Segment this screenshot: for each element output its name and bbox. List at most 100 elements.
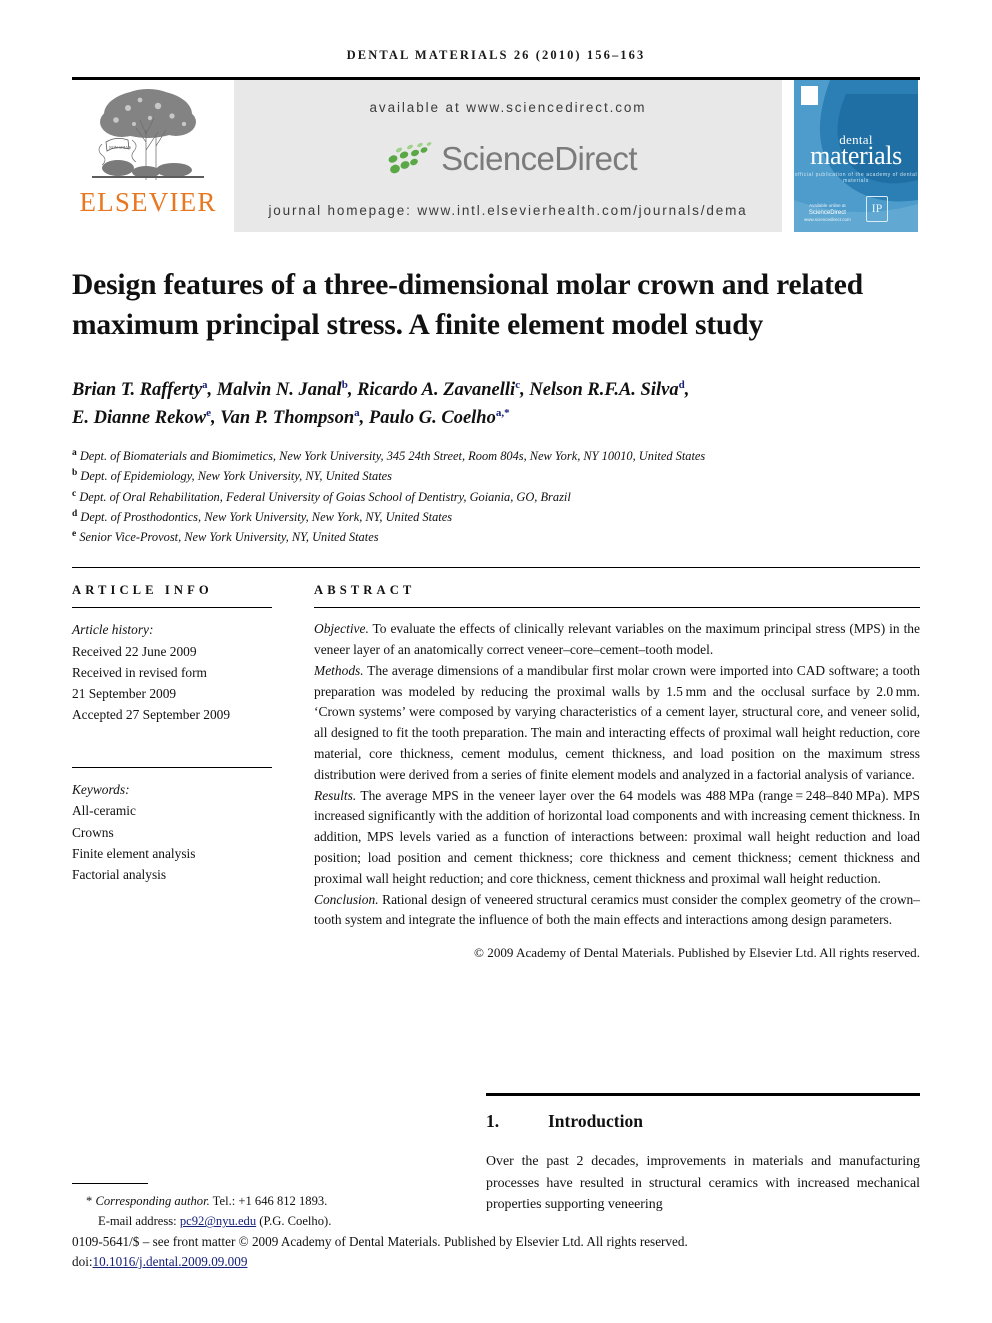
email-link[interactable]: pc92@nyu.edu: [180, 1214, 256, 1228]
author-affil-mark: a,*: [495, 406, 510, 419]
keywords-divider: [72, 767, 272, 769]
abstract-paragraph-methods: Methods. The average dimensions of a man…: [314, 661, 920, 786]
author-item: Malvin N. Janalb: [216, 378, 348, 401]
history-item: Accepted 27 September 2009: [72, 707, 231, 723]
sciencedirect-wordmark: ScienceDirect: [441, 140, 637, 177]
footnote-corresponding-label: Corresponding author.: [95, 1194, 210, 1208]
article-info-column: ARTICLE INFO Article history: Received 2…: [72, 583, 272, 961]
affiliation-mark: a: [72, 448, 77, 459]
author-affil-mark: c: [515, 378, 521, 391]
page-title: Design features of a three-dimensional m…: [72, 269, 863, 341]
abstract-paragraph-objective: Objective. To evaluate the effects of cl…: [314, 619, 920, 661]
cover-sd-name: ScienceDirect: [808, 209, 846, 216]
info-abstract-columns: ARTICLE INFO Article history: Received 2…: [72, 568, 920, 961]
author-item: Nelson R.F.A. Silvad: [529, 378, 685, 401]
footnote-star: *: [86, 1194, 93, 1208]
article-history: Article history: Received 22 June 2009 R…: [72, 619, 272, 725]
abstract-heading: ABSTRACT: [314, 583, 416, 598]
history-item: Received 22 June 2009: [72, 643, 197, 659]
article-first-page: Dental materials 26 (2010) 156–163: [0, 0, 992, 1323]
abstract-label-results: Results.: [314, 787, 357, 803]
keywords-label: Keywords:: [72, 782, 130, 798]
footnote-line-tel: * Corresponding author. Tel.: +1 646 812…: [72, 1191, 452, 1211]
affiliation-list: a Dept. of Biomaterials and Biomimetics,…: [72, 446, 920, 547]
sciencedirect-leaf-icon: [388, 142, 432, 174]
abstract-label-objective: Objective.: [314, 621, 369, 637]
history-item: Received in revised form: [72, 664, 207, 680]
footnote-body: * Corresponding author. Tel.: +1 646 812…: [72, 1191, 452, 1232]
keyword-item: All-ceramic: [72, 803, 136, 819]
author-affil-mark: a: [354, 406, 360, 419]
affiliation-item: d Dept. of Prosthodontics, New York Univ…: [72, 507, 920, 527]
affiliation-item: e Senior Vice-Provost, New York Universi…: [72, 527, 920, 547]
affiliation-text: Dept. of Prosthodontics, New York Univer…: [80, 510, 453, 525]
journal-cover-block: dental materials official publication of…: [792, 80, 920, 232]
introduction-number: 1.: [486, 1111, 500, 1131]
sciencedirect-banner: available at www.sciencedirect.com Scien…: [234, 80, 782, 232]
available-at-text: available at www.sciencedirect.com: [369, 100, 647, 115]
footnote-rule: [72, 1183, 148, 1184]
affiliation-mark: d: [72, 508, 78, 519]
abstract-label-methods: Methods.: [314, 662, 364, 678]
abstract-copyright: © 2009 Academy of Dental Materials. Publ…: [474, 945, 920, 961]
sciencedirect-logo: ScienceDirect: [379, 139, 637, 179]
author-item: Brian T. Raffertya: [72, 378, 208, 401]
corresponding-author-footnote: * Corresponding author. Tel.: +1 646 812…: [72, 1183, 452, 1232]
issn-line: 0109-5641/$ – see front matter © 2009 Ac…: [72, 1234, 688, 1249]
author-affil-mark: b: [341, 378, 348, 391]
doi-label: doi:: [72, 1254, 93, 1270]
introduction-paragraph: Over the past 2 decades, improvements in…: [486, 1154, 920, 1213]
footnote-tel: Tel.: +1 646 812 1893.: [209, 1194, 328, 1208]
affiliation-text: Senior Vice-Provost, New York University…: [79, 530, 379, 545]
introduction-rule: [486, 1093, 920, 1096]
keywords-block: Keywords: All-ceramic Crowns Finite elem…: [72, 779, 272, 885]
affiliation-item: b Dept. of Epidemiology, New York Univer…: [72, 466, 920, 486]
footnote-email-label: E-mail address:: [98, 1214, 177, 1229]
abstract-paragraph-conclusion: Conclusion. Rational design of veneered …: [314, 890, 920, 932]
keyword-item: Factorial analysis: [72, 866, 167, 882]
footnote-email-owner: (P.G. Coelho).: [256, 1214, 332, 1229]
introduction-title: Introduction: [548, 1111, 643, 1131]
doi-link[interactable]: 10.1016/j.dental.2009.09.009: [93, 1254, 248, 1269]
affiliation-item: c Dept. of Oral Rehabilitation, Federal …: [72, 487, 920, 507]
affiliation-text: Dept. of Oral Rehabilitation, Federal Un…: [79, 489, 571, 504]
article-history-label: Article history:: [72, 622, 154, 638]
article-info-divider: [72, 607, 272, 609]
abstract-divider: [314, 607, 920, 609]
abstract-label-conclusion: Conclusion.: [314, 891, 379, 907]
abstract-text-objective: To evaluate the effects of clinically re…: [314, 621, 920, 658]
cover-elsevier-mark: [801, 86, 818, 105]
svg-text:NON SOLVS: NON SOLVS: [109, 145, 131, 150]
cover-subtitle: official publication of the academy of d…: [794, 172, 918, 184]
elsevier-logo: NON SOLVS ELSEVIER: [72, 80, 224, 232]
journal-cover-image: dental materials official publication of…: [794, 80, 918, 232]
affiliation-mark: b: [72, 468, 78, 479]
cover-academy-badge: IP: [866, 196, 888, 222]
affiliation-text: Dept. of Biomaterials and Biomimetics, N…: [79, 449, 706, 464]
keyword-item: Finite element analysis: [72, 845, 196, 861]
author-affil-mark: d: [678, 378, 685, 391]
abstract-text-conclusion: Rational design of veneered structural c…: [314, 891, 920, 928]
imprint-block: 0109-5641/$ – see front matter © 2009 Ac…: [72, 1232, 920, 1273]
abstract-body: Objective. To evaluate the effects of cl…: [314, 619, 920, 931]
journal-homepage-text: journal homepage: www.intl.elsevierhealt…: [268, 203, 748, 218]
masthead: NON SOLVS ELSEVIER available at www.scie…: [72, 80, 920, 232]
doi-line: doi:10.1016/j.dental.2009.09.009: [72, 1252, 920, 1272]
article-info-heading: ARTICLE INFO: [72, 583, 213, 598]
affiliation-mark: c: [72, 488, 77, 499]
author-item: Ricardo A. Zavanellic: [357, 378, 521, 401]
author-list: Brian T. Raffertya, Malvin N. Janalb, Ri…: [72, 378, 690, 429]
author-item: E. Dianne Rekowe: [72, 406, 212, 429]
author-item: Van P. Thompsona: [220, 406, 360, 429]
elsevier-tree-icon: NON SOLVS: [88, 84, 208, 188]
affiliation-text: Dept. of Epidemiology, New York Universi…: [80, 469, 393, 484]
abstract-text-results: The average MPS in the veneer layer over…: [314, 787, 920, 886]
affiliation-item: a Dept. of Biomaterials and Biomimetics,…: [72, 446, 920, 466]
cover-sd-url: www.sciencedirect.com: [804, 216, 851, 222]
abstract-text-methods: The average dimensions of a mandibular f…: [314, 662, 920, 782]
introduction-section: 1. Introduction Over the past 2 decades,…: [486, 1093, 920, 1216]
affiliation-mark: e: [72, 529, 77, 540]
history-item: 21 September 2009: [72, 685, 177, 701]
abstract-column: ABSTRACT Objective. To evaluate the effe…: [314, 583, 920, 961]
